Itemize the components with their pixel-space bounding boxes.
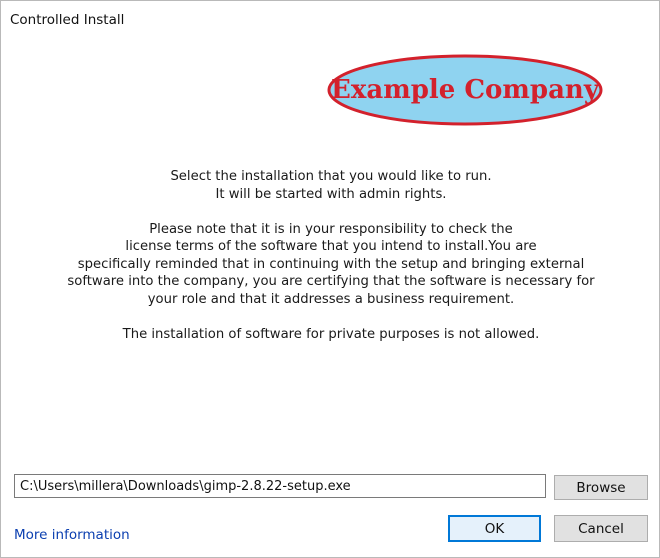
controlled-install-dialog: Controlled Install Example Company Selec… — [0, 0, 660, 558]
message-line: Select the installation that you would l… — [170, 169, 492, 184]
message-line: your role and that it addresses a busine… — [147, 291, 515, 307]
message-line: specifically reminded that in continuing… — [77, 256, 585, 272]
message-line: software into the company, you are certi… — [67, 274, 595, 289]
message-gap — [31, 203, 631, 221]
instructions-message: Select the installation that you would l… — [31, 168, 631, 343]
cancel-button[interactable]: Cancel — [554, 515, 648, 542]
more-information-link[interactable]: More information — [14, 527, 130, 543]
ok-button[interactable]: OK — [448, 515, 541, 542]
installer-path-input[interactable] — [14, 474, 546, 498]
message-line: license terms of the software that you i… — [125, 239, 537, 254]
browse-button[interactable]: Browse — [554, 475, 648, 500]
company-logo: Example Company — [327, 54, 603, 126]
title-bar[interactable]: Controlled Install — [1, 1, 659, 39]
message-gap — [31, 308, 631, 326]
message-line: Please note that it is in your responsib… — [149, 221, 513, 237]
message-line: It will be started with admin rights. — [215, 186, 447, 202]
window-title: Controlled Install — [10, 12, 125, 28]
logo-text: Example Company — [331, 75, 600, 105]
message-line: The installation of software for private… — [122, 326, 540, 342]
